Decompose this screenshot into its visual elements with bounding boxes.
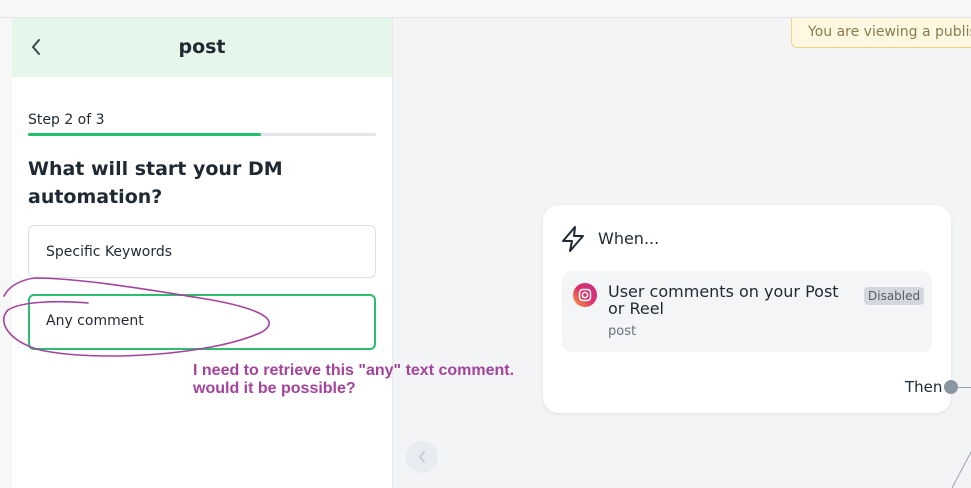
annotation-line: I need to retrieve this "any" text comme… bbox=[193, 362, 515, 379]
collapse-panel-button[interactable] bbox=[406, 441, 438, 473]
progress-bar bbox=[28, 133, 376, 136]
trigger-card[interactable]: User comments on your Post or Reel post … bbox=[562, 271, 932, 352]
side-panel: post Step 2 of 3 What will start your DM… bbox=[12, 18, 392, 488]
annotation-circle bbox=[2, 277, 270, 357]
top-bar bbox=[0, 0, 971, 18]
progress-fill bbox=[28, 133, 262, 136]
question-heading: What will start your DM automation? bbox=[28, 158, 283, 208]
option-label: Specific Keywords bbox=[46, 244, 173, 260]
panel-title: post bbox=[178, 36, 226, 58]
trigger-title: User comments on your Post or Reel bbox=[608, 282, 839, 318]
annotation-note: I need to retrieve this "any" text comme… bbox=[193, 362, 553, 398]
connector-handle[interactable] bbox=[944, 380, 958, 394]
trigger-subtitle: post bbox=[608, 324, 637, 339]
status-badge: Disabled bbox=[864, 287, 925, 305]
connector-line bbox=[958, 387, 971, 388]
lightning-icon bbox=[562, 226, 584, 252]
when-label: When... bbox=[598, 229, 660, 248]
trigger-node[interactable]: When... User comments on your Post or Re… bbox=[543, 205, 951, 413]
then-label: Then bbox=[905, 378, 943, 396]
instagram-icon bbox=[573, 283, 597, 307]
annotation-line: would it be possible? bbox=[193, 380, 356, 397]
chevron-left-icon bbox=[419, 451, 425, 463]
edge-line bbox=[951, 451, 971, 488]
published-banner: You are viewing a publish bbox=[791, 18, 971, 48]
step-label: Step 2 of 3 bbox=[28, 112, 105, 128]
